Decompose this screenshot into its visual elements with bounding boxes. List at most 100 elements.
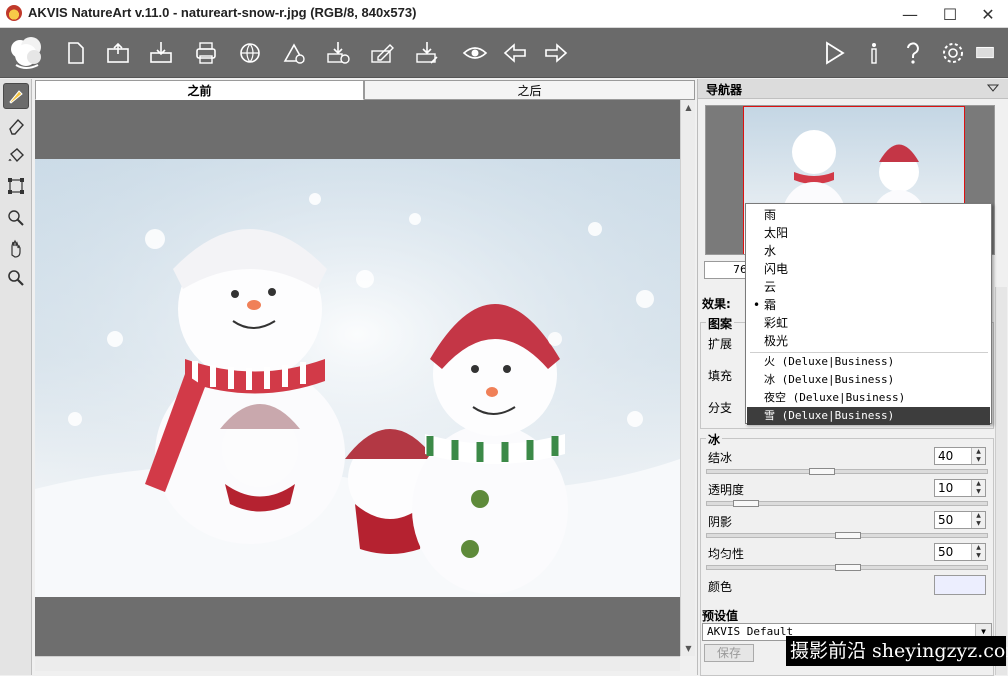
settings-gear-icon[interactable] <box>936 36 970 70</box>
scroll-down-icon[interactable]: ▼ <box>681 641 696 656</box>
preset-value: AKVIS Default <box>707 625 794 638</box>
snowman-photo <box>35 159 680 597</box>
hand-icon[interactable] <box>3 235 29 261</box>
uniformity-slider-thumb[interactable] <box>835 564 861 571</box>
zoom-icon[interactable] <box>3 265 29 291</box>
menu-item-cloud[interactable]: 云 <box>747 278 990 296</box>
back-arrow-icon[interactable] <box>498 36 532 70</box>
menu-item-label: 彩虹 <box>764 316 789 330</box>
freeze-value: 40 <box>938 449 954 463</box>
menu-item-water[interactable]: 水 <box>747 242 990 260</box>
uniformity-stepper[interactable]: 50 ▲ ▼ <box>934 543 986 561</box>
app-icon <box>6 5 22 21</box>
print-icon[interactable] <box>189 36 223 70</box>
menu-item-rain[interactable]: 雨 <box>747 206 990 224</box>
zoom-input[interactable]: 76. <box>704 261 751 279</box>
menu-item-ice[interactable]: 冰 (Deluxe|Business) <box>747 371 990 389</box>
uniformity-slider[interactable] <box>706 564 988 571</box>
forward-arrow-icon[interactable] <box>539 36 573 70</box>
close-button[interactable]: ✕ <box>968 0 1008 28</box>
transform-icon[interactable] <box>3 173 29 199</box>
menu-item-label: 火 (Deluxe|Business) <box>764 355 895 368</box>
uniformity-value: 50 <box>938 545 954 559</box>
run-icon[interactable] <box>816 36 850 70</box>
freeze-stepper[interactable]: 40 ▲ ▼ <box>934 447 986 465</box>
help-icon[interactable] <box>896 36 930 70</box>
ice-group-title: 冰 <box>706 431 723 448</box>
open-file-icon[interactable] <box>101 36 135 70</box>
share-web-icon[interactable] <box>233 36 267 70</box>
freeze-label: 结冰 <box>708 451 733 465</box>
uniformity-label: 均匀性 <box>708 547 745 561</box>
freeze-slider[interactable] <box>706 468 988 475</box>
freeze-slider-thumb[interactable] <box>809 468 835 475</box>
save-preset-button[interactable]: 保存 <box>704 644 754 662</box>
stepper-arrows-icon[interactable]: ▲ ▼ <box>971 544 985 560</box>
color-swatch[interactable] <box>934 575 986 595</box>
stepper-arrows-icon[interactable]: ▲ ▼ <box>971 512 985 528</box>
shadow-slider-thumb[interactable] <box>835 532 861 539</box>
selected-dot-icon: • <box>753 298 761 312</box>
hand-stamp-icon[interactable] <box>3 205 29 231</box>
transparency-value: 10 <box>938 481 954 495</box>
navigator-header: 导航器 <box>698 79 1008 99</box>
new-file-icon[interactable] <box>58 36 92 70</box>
view-tabs: 之前 之后 <box>35 80 695 100</box>
presets-title: 预设值 <box>702 609 739 623</box>
menu-item-label: 水 <box>764 244 777 258</box>
color-label: 颜色 <box>708 580 733 594</box>
scroll-up-icon[interactable]: ▲ <box>681 100 696 115</box>
menu-item-label: 雪 (Deluxe|Business) <box>764 409 895 422</box>
app-logo-icon[interactable] <box>4 31 48 75</box>
menu-item-night-sky[interactable]: 夜空 (Deluxe|Business) <box>747 389 990 407</box>
eraser-icon[interactable] <box>3 113 29 139</box>
transparency-stepper[interactable]: 10 ▲ ▼ <box>934 479 986 497</box>
expand-label: 扩展 <box>708 337 733 351</box>
brush-icon[interactable] <box>3 83 29 109</box>
edit-icon[interactable] <box>365 36 399 70</box>
tab-before[interactable]: 之前 <box>35 80 364 100</box>
minimize-button[interactable]: — <box>890 0 930 28</box>
branch-label: 分支 <box>708 401 733 415</box>
menu-item-aurora[interactable]: 极光 <box>747 332 990 350</box>
menu-item-label: 冰 (Deluxe|Business) <box>764 373 895 386</box>
maximize-button[interactable]: ☐ <box>930 0 970 28</box>
menu-item-snow[interactable]: 雪 (Deluxe|Business) <box>747 407 990 425</box>
menu-item-rainbow[interactable]: 彩虹 <box>747 314 990 332</box>
panel-scrollbar[interactable] <box>995 287 1007 675</box>
menu-item-fire[interactable]: 火 (Deluxe|Business) <box>747 353 990 371</box>
shadow-slider[interactable] <box>706 532 988 539</box>
menu-item-label: 雨 <box>764 208 777 222</box>
shadow-stepper[interactable]: 50 ▲ ▼ <box>934 511 986 529</box>
tools-panel <box>0 79 32 675</box>
window-title: AKVIS NatureArt v.11.0 - natureart-snow-… <box>28 5 417 20</box>
plugin-icon[interactable] <box>410 36 444 70</box>
transparency-slider-thumb[interactable] <box>733 500 759 507</box>
batch-settings-icon[interactable] <box>277 36 311 70</box>
save-file-icon[interactable] <box>144 36 178 70</box>
image-canvas[interactable] <box>35 100 680 656</box>
preview-eye-icon[interactable] <box>458 36 492 70</box>
transparency-slider[interactable] <box>706 500 988 507</box>
tab-after[interactable]: 之后 <box>364 80 695 100</box>
effect-dropdown-menu: 雨 太阳 水 闪电 云 • 霜 彩虹 极光 火 (Deluxe|Business)… <box>745 203 992 425</box>
download-settings-icon[interactable] <box>321 36 355 70</box>
effect-label: 效果: <box>702 297 731 311</box>
watermark: 摄影前沿 sheyingzyz.com <box>786 636 1008 666</box>
fill-label: 填充 <box>708 369 733 383</box>
menu-item-label: 云 <box>764 280 777 294</box>
canvas-vertical-scrollbar[interactable]: ▲ ▼ <box>680 100 695 656</box>
menu-item-lightning[interactable]: 闪电 <box>747 260 990 278</box>
stepper-arrows-icon[interactable]: ▲ ▼ <box>971 448 985 464</box>
info-icon[interactable] <box>857 36 891 70</box>
menu-item-label: 霜 <box>764 298 777 312</box>
bucket-icon[interactable] <box>3 143 29 169</box>
menu-item-sun[interactable]: 太阳 <box>747 224 990 242</box>
menu-item-label: 闪电 <box>764 262 789 276</box>
collapse-icon[interactable] <box>987 84 999 92</box>
canvas-horizontal-scrollbar[interactable] <box>35 656 680 671</box>
stepper-arrows-icon[interactable]: ▲ ▼ <box>971 480 985 496</box>
menu-item-frost[interactable]: • 霜 <box>747 296 990 314</box>
pattern-group-title: 图案 <box>706 315 735 332</box>
message-icon[interactable] <box>972 36 998 70</box>
